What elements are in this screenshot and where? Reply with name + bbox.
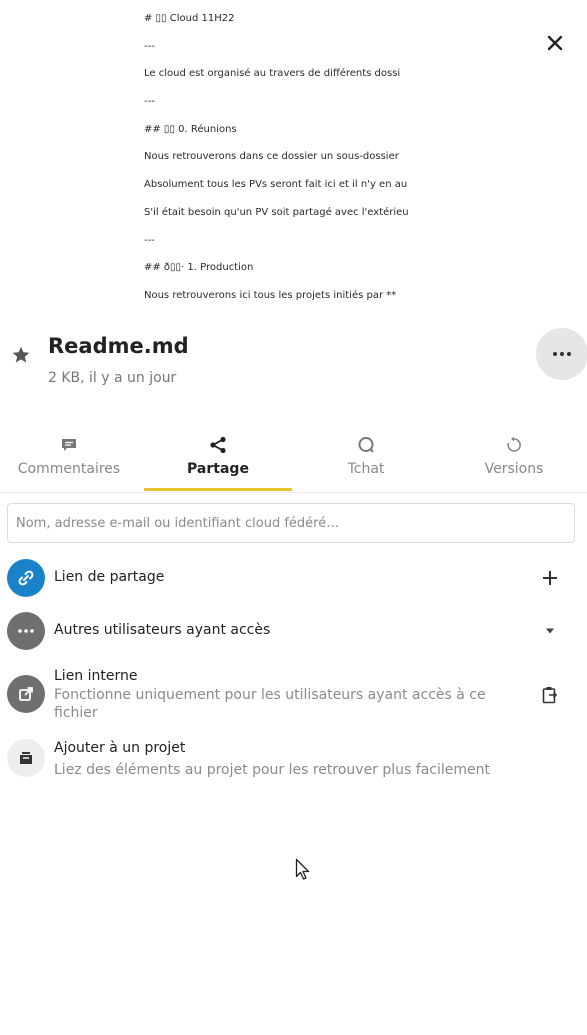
tab-label: Tchat [347, 461, 385, 477]
close-button[interactable] [540, 28, 570, 58]
preview-line: # ▯▯ Cloud 11H22 [144, 13, 235, 24]
mouse-cursor-icon [295, 858, 310, 880]
active-tab-indicator [144, 488, 292, 491]
preview-text: # ▯▯ Cloud 11H22 --- Le cloud est organi… [144, 8, 444, 313]
link-icon [7, 559, 45, 597]
internal-link-subtitle: Fonctionne uniquement pour les utilisate… [54, 687, 486, 721]
tab-label: Commentaires [17, 461, 121, 477]
preview-line: --- [144, 234, 155, 246]
close-icon [547, 35, 563, 51]
plus-icon [543, 571, 557, 585]
favorite-button[interactable] [8, 342, 34, 368]
expand-other-users-button[interactable] [536, 617, 564, 645]
file-preview: # ▯▯ Cloud 11H22 --- Le cloud est organi… [0, 0, 587, 318]
tab-chat[interactable]: Tchat [292, 432, 440, 491]
preview-line: Nous retrouverons dans ce dossier un sou… [144, 151, 399, 163]
preview-line: ## ð▯▯· 1. Production [144, 262, 254, 274]
tab-label: Versions [484, 461, 544, 477]
add-to-project-subtitle: Liez des éléments au projet pour les ret… [54, 762, 490, 778]
add-to-project-row[interactable]: Ajouter à un projet Liez des éléments au… [0, 738, 587, 786]
clipboard-icon [542, 687, 558, 704]
share-search-input[interactable] [7, 503, 575, 543]
tab-share[interactable]: Partage [144, 432, 292, 491]
share-link-title: Lien de partage [54, 569, 165, 585]
preview-line: S'il était besoin qu'un PV soit partagé … [144, 206, 409, 218]
preview-line: --- [144, 96, 155, 108]
projects-icon [7, 739, 45, 777]
more-horizontal-icon [553, 352, 571, 356]
tab-versions[interactable]: Versions [440, 432, 587, 491]
internal-link-title: Lien interne [54, 668, 138, 684]
file-header: Readme.md 2 KB, il y a un jour [0, 322, 587, 402]
file-meta: 2 KB, il y a un jour [48, 370, 177, 386]
tab-label: Partage [187, 461, 249, 477]
copy-internal-link-button[interactable] [536, 681, 564, 709]
comment-icon [57, 435, 81, 455]
share-icon [206, 435, 230, 455]
other-users-title: Autres utilisateurs ayant accès [54, 622, 271, 638]
sidebar-tabs: Commentaires Partage Tchat Versions [0, 432, 587, 493]
add-share-link-button[interactable] [536, 564, 564, 592]
more-actions-button[interactable] [536, 328, 587, 380]
external-link-icon [7, 675, 45, 713]
share-link-row[interactable]: Lien de partage [0, 558, 587, 598]
star-icon [12, 346, 30, 363]
chat-icon [354, 435, 378, 455]
file-name: Readme.md [48, 334, 189, 358]
other-users-row[interactable]: Autres utilisateurs ayant accès [0, 611, 587, 651]
add-to-project-title: Ajouter à un projet [54, 740, 186, 756]
preview-line: Le cloud est organisé au travers de diff… [144, 68, 401, 80]
internal-link-row[interactable]: Lien interne Fonctionne uniquement pour … [0, 666, 587, 726]
preview-line: Absolument tous les PVs seront fait ici … [144, 179, 408, 191]
history-icon [502, 435, 526, 455]
preview-line: Nous retrouverons ici tous les projets i… [144, 289, 397, 301]
tab-comments[interactable]: Commentaires [0, 432, 143, 491]
preview-line: --- [144, 40, 155, 52]
more-horizontal-icon [7, 612, 45, 650]
preview-line: ## ▯▯ 0. Réunions [144, 123, 237, 135]
triangle-down-icon [546, 628, 554, 634]
